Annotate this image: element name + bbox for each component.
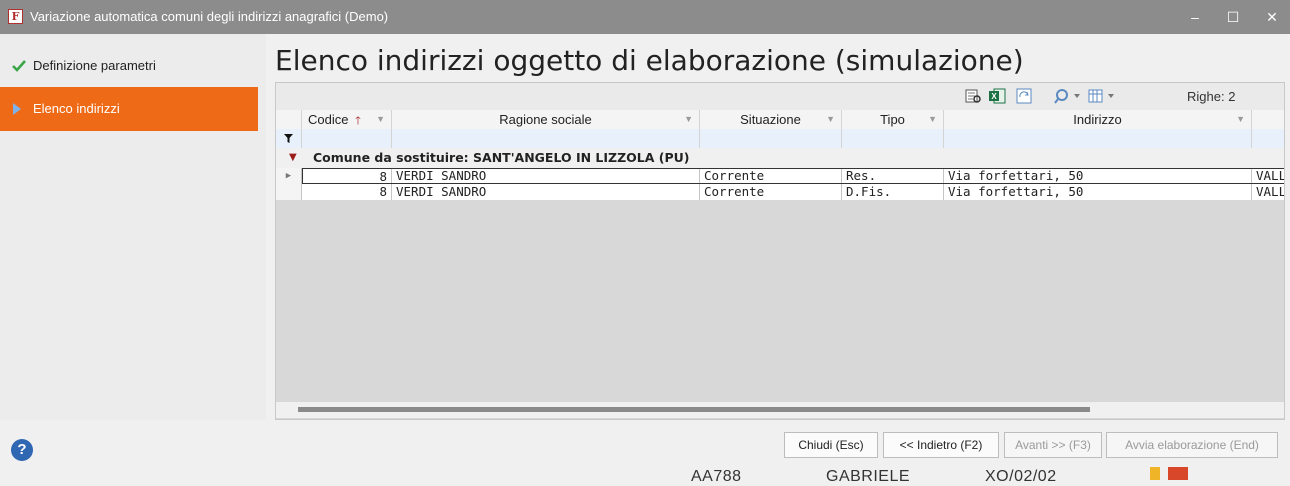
table-row[interactable]: 8 VERDI SANDRO Corrente D.Fis. Via forfe… — [276, 184, 1285, 200]
status-code: AA788 — [691, 468, 742, 485]
refresh-grid-icon[interactable] — [1016, 88, 1032, 105]
cell-ragione-sociale: VERDI SANDRO — [392, 168, 700, 184]
column-header-situazione[interactable]: Situazione ▼ — [700, 110, 842, 129]
column-label: Tipo — [880, 112, 905, 127]
cell-tipo: D.Fis. — [842, 184, 944, 200]
column-header-indirizzo[interactable]: Indirizzo ▼ — [944, 110, 1252, 129]
filter-input-tipo[interactable] — [842, 129, 944, 148]
status-alert-icon — [1168, 467, 1188, 480]
header-row-selector — [276, 110, 302, 129]
addresses-grid: X Righe: 2 Codice 🡑 ▼ Ragione sociale ▼ … — [275, 82, 1285, 420]
table-row[interactable]: ▶ 8 VERDI SANDRO Corrente Res. Via forfe… — [276, 168, 1285, 184]
columns-chooser-icon[interactable] — [1088, 88, 1118, 105]
row-indicator-icon[interactable]: ▶ — [276, 168, 302, 184]
cell-extra: VALL — [1256, 184, 1285, 199]
wizard-sidebar: Definizione parametri Elenco indirizzi — [0, 34, 266, 420]
rows-count-label: Righe: 2 — [1187, 89, 1236, 104]
arrow-right-icon — [12, 87, 28, 133]
status-date: XO/02/02 — [985, 468, 1057, 485]
svg-text:X: X — [991, 92, 997, 101]
column-label: Codice — [308, 112, 349, 127]
next-button[interactable]: Avanti >> (F3) — [1004, 432, 1102, 458]
cell-indirizzo: Via forfettari, 50 — [944, 168, 1252, 184]
cell-codice: 8 — [302, 168, 392, 184]
sidebar-item-label: Elenco indirizzi — [33, 101, 120, 116]
back-button[interactable]: << Indietro (F2) — [883, 432, 999, 458]
sort-ascending-icon[interactable]: 🡑 — [355, 115, 361, 127]
excel-export-icon[interactable]: X — [989, 88, 1006, 105]
cell-situazione: Corrente — [700, 184, 842, 200]
window-titlebar: F Variazione automatica comuni degli ind… — [0, 0, 1290, 34]
group-label: Comune da sostituire: SANT'ANGELO IN LIZ… — [313, 150, 690, 165]
filter-icon — [276, 129, 302, 148]
sidebar-item-label: Definizione parametri — [33, 58, 156, 73]
grid-toolbar: X Righe: 2 — [276, 83, 1284, 111]
start-processing-button[interactable]: Avvia elaborazione (End) — [1106, 432, 1278, 458]
sidebar-item-definizione-parametri[interactable]: Definizione parametri — [0, 44, 258, 88]
database-icon — [1150, 467, 1160, 480]
cell-codice: 8 — [302, 184, 392, 200]
filter-dropdown-icon[interactable]: ▼ — [684, 110, 693, 129]
filter-dropdown-icon[interactable]: ▼ — [376, 110, 385, 129]
filter-dropdown-icon[interactable]: ▼ — [928, 110, 937, 129]
column-label: Ragione sociale — [499, 112, 592, 127]
close-button[interactable]: Chiudi (Esc) — [784, 432, 878, 458]
check-icon — [12, 44, 28, 91]
column-label: Indirizzo — [1073, 112, 1122, 127]
maximize-button[interactable]: ☐ — [1218, 4, 1248, 30]
print-preview-icon[interactable] — [965, 88, 981, 105]
page-title: Elenco indirizzi oggetto di elaborazione… — [275, 44, 1024, 77]
cell-ragione-sociale: VERDI SANDRO — [392, 184, 700, 200]
sidebar-item-elenco-indirizzi[interactable]: Elenco indirizzi — [0, 87, 258, 131]
cell-situazione: Corrente — [700, 168, 842, 184]
app-logo-icon: F — [8, 9, 23, 24]
cell-indirizzo: Via forfettari, 50 — [944, 184, 1252, 200]
filter-row — [276, 129, 1284, 149]
help-icon[interactable]: ? — [11, 439, 33, 461]
column-header-ragione-sociale[interactable]: Ragione sociale ▼ — [392, 110, 700, 129]
close-window-button[interactable]: ✕ — [1257, 4, 1287, 30]
column-label: Situazione — [740, 112, 801, 127]
cell-extra: VALL — [1256, 168, 1285, 183]
horizontal-scrollbar[interactable] — [276, 402, 1284, 418]
filter-dropdown-icon[interactable]: ▼ — [826, 110, 835, 129]
filter-input-ragione-sociale[interactable] — [392, 129, 700, 148]
minimize-button[interactable]: – — [1180, 4, 1210, 30]
filter-input-situazione[interactable] — [700, 129, 842, 148]
filter-input-codice[interactable] — [302, 129, 392, 148]
column-header-overflow[interactable] — [1252, 110, 1284, 129]
scrollbar-thumb[interactable] — [298, 407, 1090, 412]
status-user: GABRIELE — [826, 468, 911, 485]
search-icon[interactable] — [1054, 88, 1084, 105]
row-selector[interactable] — [276, 184, 302, 200]
filter-input-indirizzo[interactable] — [944, 129, 1252, 148]
window-title: Variazione automatica comuni degli indir… — [30, 9, 389, 24]
cell-tipo: Res. — [842, 168, 944, 184]
column-header-codice[interactable]: Codice 🡑 ▼ — [302, 110, 392, 129]
collapse-group-icon[interactable]: ▼ — [289, 148, 297, 168]
grid-header: Codice 🡑 ▼ Ragione sociale ▼ Situazione … — [276, 110, 1284, 130]
column-header-tipo[interactable]: Tipo ▼ — [842, 110, 944, 129]
group-row[interactable]: ▼ Comune da sostituire: SANT'ANGELO IN L… — [276, 148, 1284, 169]
filter-dropdown-icon[interactable]: ▼ — [1236, 110, 1245, 129]
